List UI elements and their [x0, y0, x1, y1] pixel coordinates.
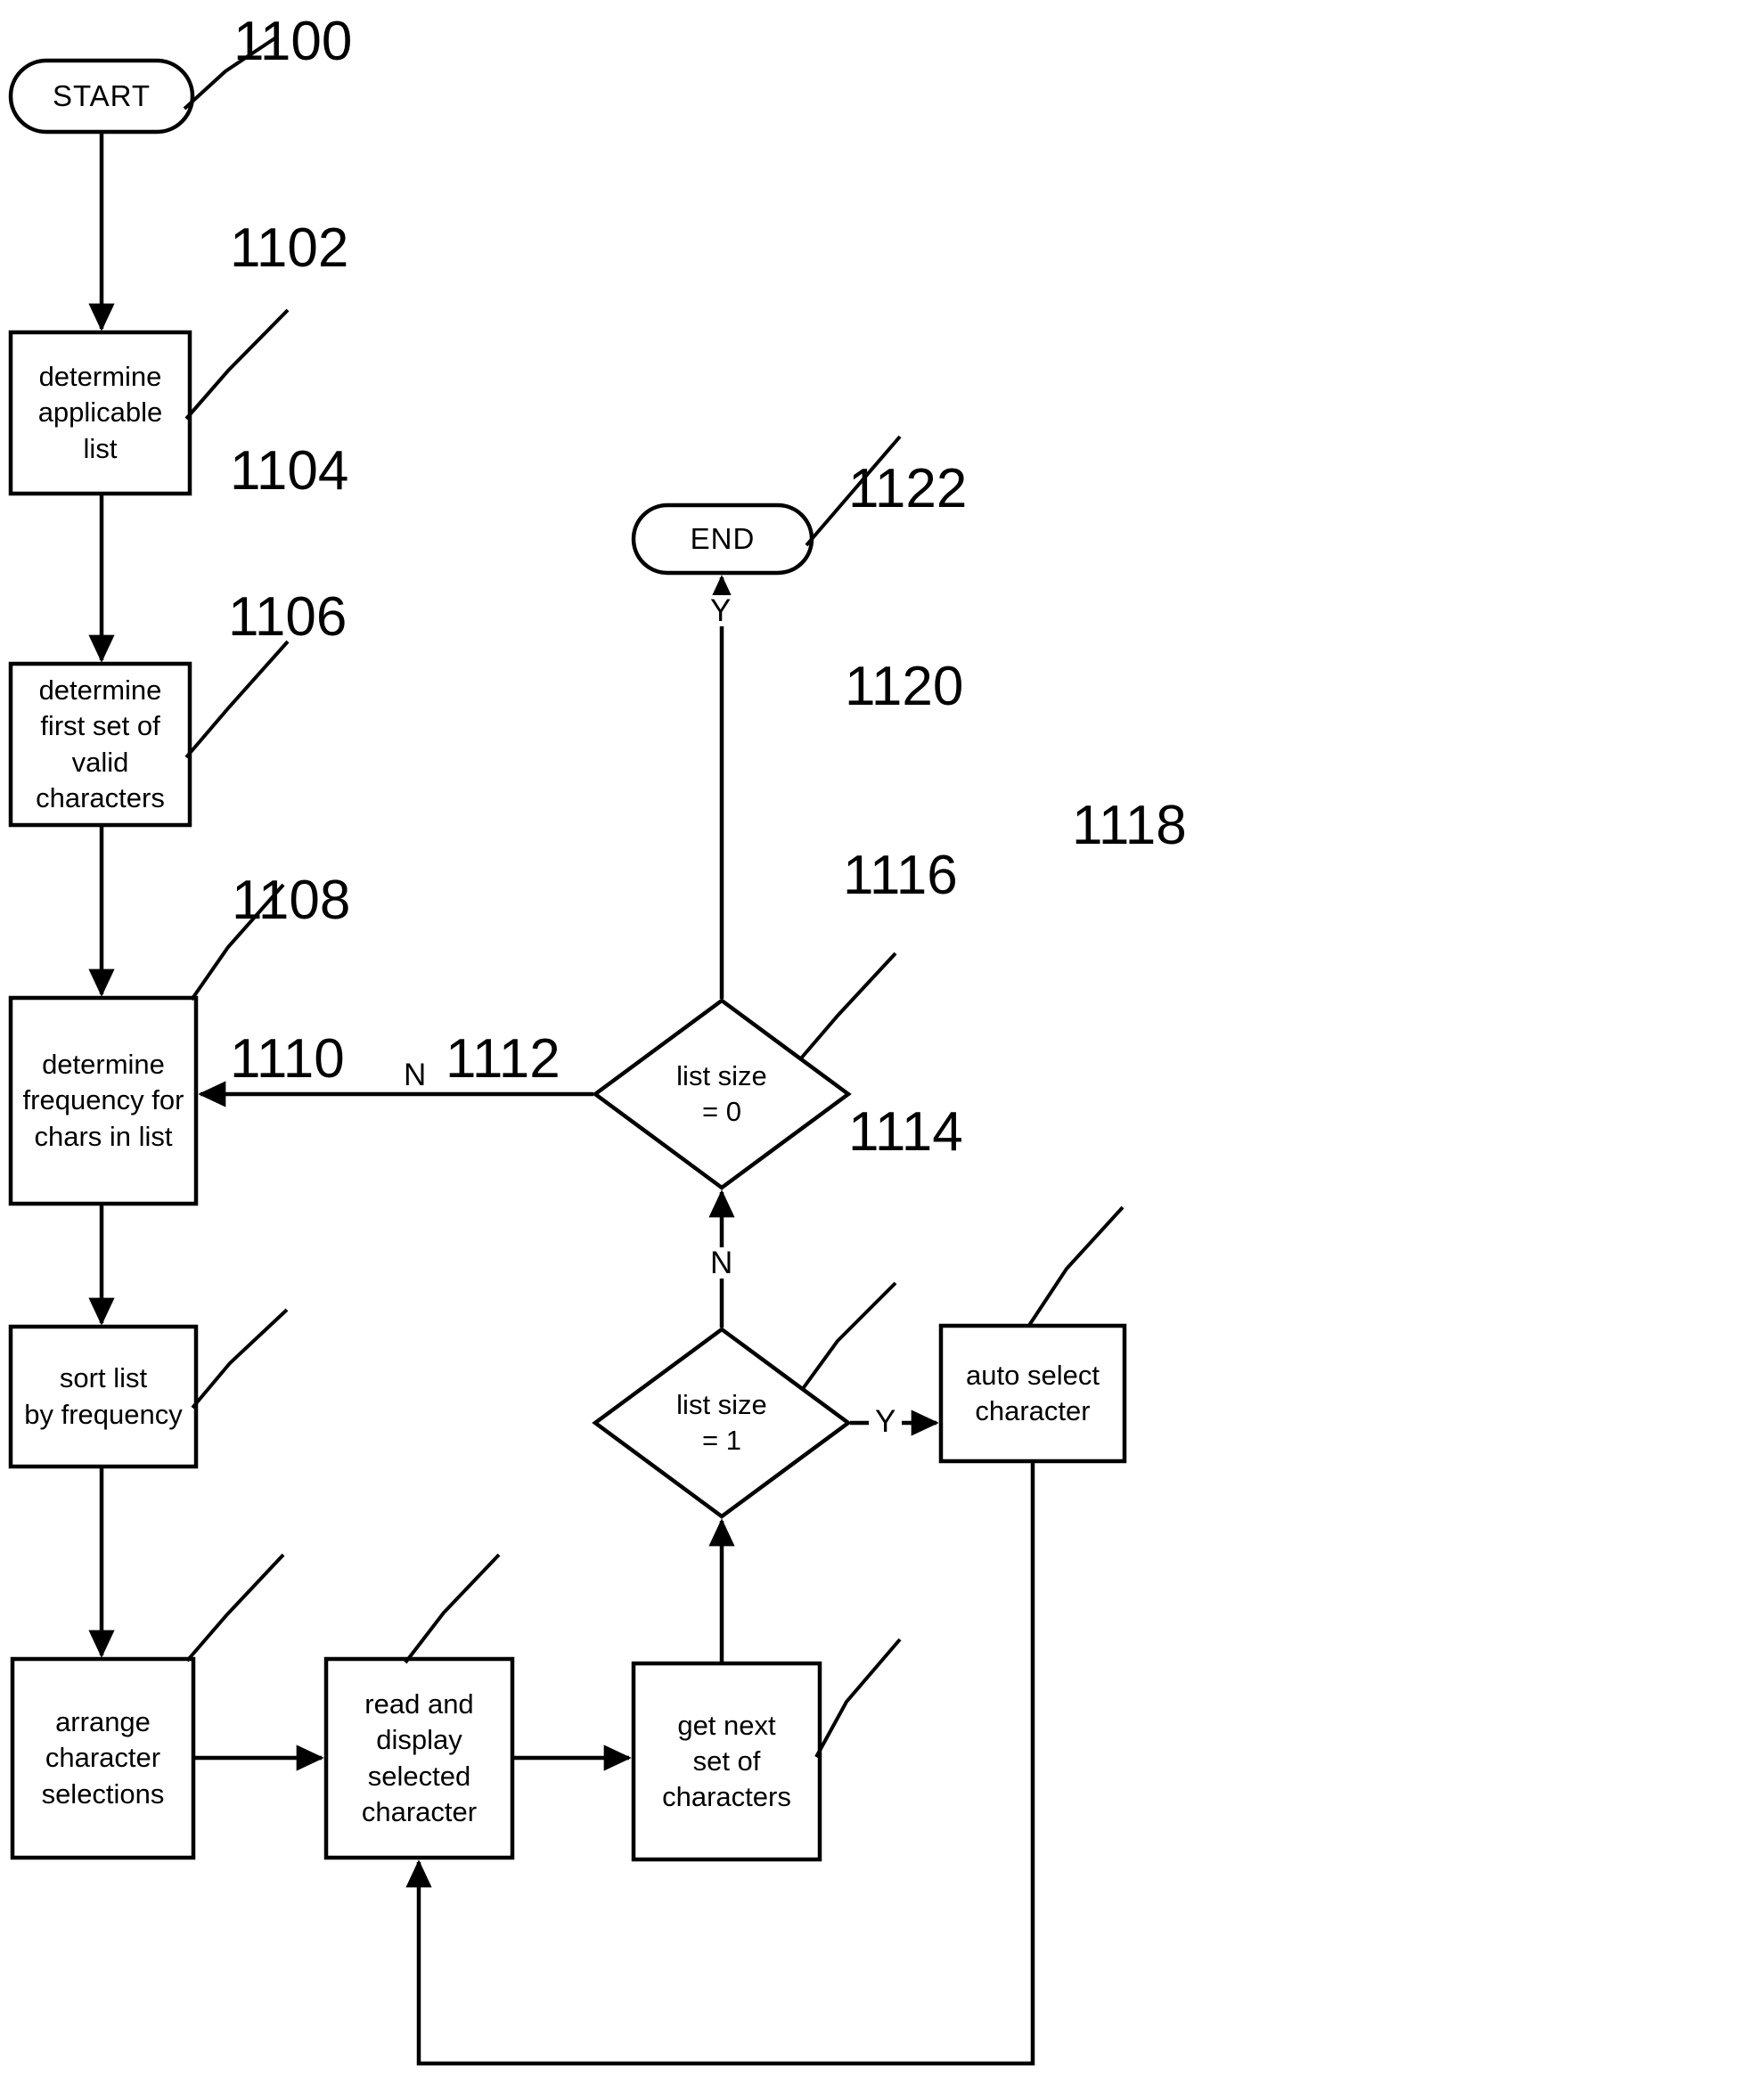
ref-numeral-1114: 1114	[848, 1101, 963, 1163]
ref-numeral-1102: 1102	[230, 217, 349, 279]
node-auto-select-shape	[938, 1323, 1127, 1464]
leader-1108	[191, 1308, 289, 1410]
node-read-display-shape	[323, 1656, 515, 1860]
node-determine-first-set-shape	[8, 661, 192, 828]
leader-1118	[1026, 1205, 1125, 1328]
leader-1120	[798, 952, 897, 1061]
node-start-shape	[8, 58, 195, 135]
edge-label-list-size-1-yes: Y	[869, 1406, 903, 1437]
edge-label-list-size-0-no: N	[397, 1059, 433, 1091]
ref-numeral-1106: 1106	[228, 586, 348, 648]
leader-1112	[404, 1553, 501, 1664]
node-determine-applicable-list-shape	[8, 330, 192, 496]
ref-numeral-1116: 1116	[843, 845, 958, 906]
leader-1104	[184, 640, 290, 759]
ref-numeral-1110: 1110	[230, 1028, 345, 1090]
node-sort-list-shape	[8, 1324, 199, 1469]
ref-numeral-1112: 1112	[446, 1028, 560, 1090]
ref-numeral-1104: 1104	[230, 440, 349, 502]
node-arrange-selections-shape	[10, 1656, 196, 1860]
node-get-next-set-shape	[631, 1661, 822, 1862]
node-determine-frequency-shape	[8, 995, 199, 1206]
edge-label-list-size-0-yes: Y	[704, 595, 738, 626]
leader-1110	[185, 1553, 285, 1663]
ref-numeral-1100: 1100	[233, 11, 353, 72]
leader-1114	[814, 1638, 902, 1758]
node-list-size-0-shape	[592, 998, 852, 1190]
ref-numeral-1122: 1122	[848, 458, 968, 519]
leader-1116	[800, 1281, 897, 1392]
leader-1102	[184, 308, 290, 421]
node-end-shape	[631, 503, 814, 576]
flowchart-figure: START determine applicable list determin…	[0, 0, 1742, 2100]
ref-numeral-1108: 1108	[232, 870, 351, 931]
edge-label-list-size-1-no: N	[704, 1247, 740, 1279]
ref-numeral-1120: 1120	[845, 656, 964, 717]
ref-numeral-1118: 1118	[1072, 795, 1187, 856]
node-list-size-1-shape	[592, 1327, 852, 1519]
